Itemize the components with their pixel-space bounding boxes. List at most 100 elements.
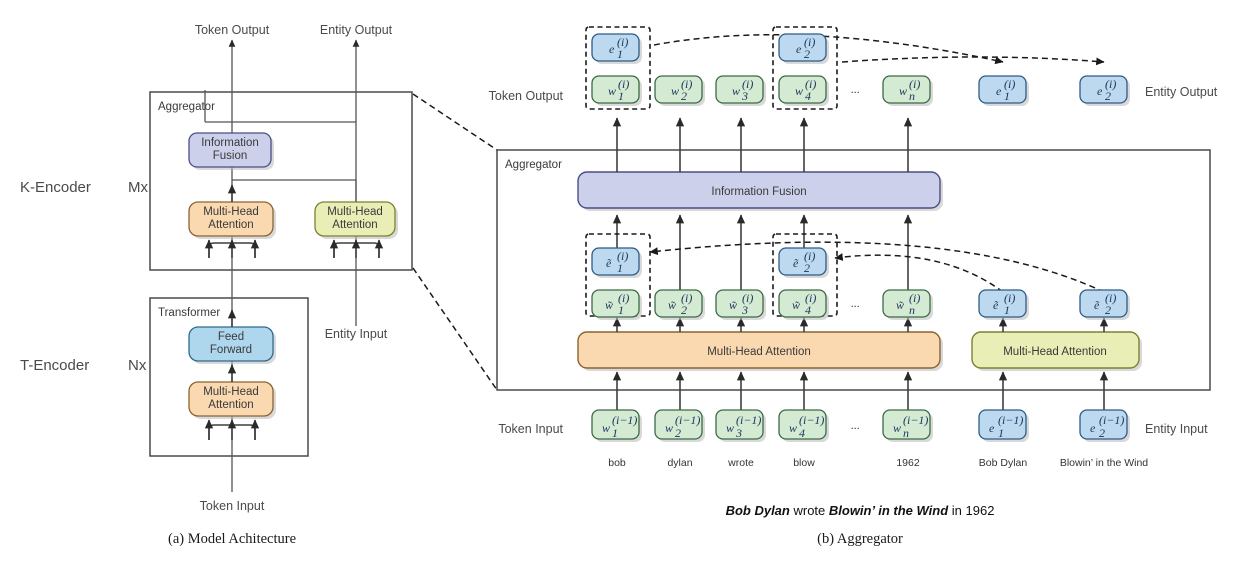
entity-input-base: e (989, 421, 995, 435)
entity-output-stacked-sub: 1 (617, 47, 623, 61)
entity-hidden-stacked-sup: (i) (617, 249, 628, 263)
label-t-encoder: T-Encoder (20, 357, 89, 374)
attention-entity-label-b: Multi-Head Attention (1003, 346, 1107, 358)
token-hidden-node[interactable] (591, 289, 640, 318)
token-input-sup: (i−1) (736, 413, 761, 427)
transformer-container-a (149, 297, 309, 457)
entity-hidden-stacked-node[interactable] (591, 247, 640, 276)
entity-output-node-sup: (i) (1105, 77, 1116, 91)
token-input-base: w (789, 421, 797, 435)
attention-entity-label-line2: Attention (332, 219, 377, 231)
entity-hidden-sup: (i) (1004, 291, 1015, 305)
panel-a: K-Encoder Mx T-Encoder Nx Aggregator Tra… (20, 23, 413, 547)
zoom-connector-top (412, 93, 498, 151)
entity-output-stacked-row: e 1 (i) e 2 (i) (591, 33, 829, 64)
token-input-base: w (665, 421, 673, 435)
label-k-encoder: K-Encoder (20, 179, 91, 196)
label-entity-output-b: Entity Output (1145, 85, 1218, 99)
token-hidden-base: w̃ (729, 298, 737, 312)
entity-output-stacked-node[interactable] (778, 33, 827, 62)
token-input-sup: (i−1) (612, 413, 637, 427)
token-input-sup: (i−1) (799, 413, 824, 427)
token-input-word: 1962 (896, 457, 920, 469)
feed-forward-label-line1: Feed (218, 331, 244, 343)
entity-hidden-sub: 2 (1105, 303, 1111, 317)
token-hidden-sup: (i) (805, 291, 816, 305)
dashed-output-entity-link-2 (841, 56, 1105, 66)
entity-output-stacked-node[interactable] (591, 33, 640, 62)
token-hidden-base: w̃ (896, 298, 904, 312)
token-hidden-sub: 3 (741, 303, 748, 317)
token-hidden-sub: 4 (805, 303, 811, 317)
feed-forward-label-line2: Forward (210, 344, 252, 356)
entity-hidden-node[interactable] (978, 289, 1027, 318)
entity-input-row: e 1 (i−1) Bob Dylan e 2 (i−1) Blowin’ in… (978, 409, 1148, 469)
token-output-node-sub: 4 (805, 89, 811, 103)
entity-hidden-stacked-base: ẽ (793, 256, 799, 270)
entity-input-sup: (i−1) (998, 413, 1023, 427)
zoom-connectors (412, 93, 498, 391)
figure-canvas: K-Encoder Mx T-Encoder Nx Aggregator Tra… (0, 0, 1242, 568)
label-k-encoder-repeat: Mx (128, 179, 148, 196)
entity-hidden-base: ẽ (1094, 298, 1100, 312)
entity-output-node[interactable] (978, 75, 1027, 104)
token-output-node-sup: (i) (681, 77, 692, 91)
entity-input-sub: 2 (1099, 426, 1105, 440)
token-output-node-sub: 1 (618, 89, 624, 103)
entity-hidden-sup: (i) (1105, 291, 1116, 305)
token-input-row: w 1 (i−1) bob w 2 (i−1) dylan w 3 (i−1) … (591, 409, 933, 469)
entity-output-node[interactable] (1079, 75, 1128, 104)
token-hidden-base: w̃ (605, 298, 613, 312)
label-token-input-b: Token Input (498, 422, 563, 436)
token-hidden-sub: 2 (681, 303, 687, 317)
entity-hidden-row: ẽ 1 (i) ẽ 2 (i) (978, 289, 1130, 320)
label-t-encoder-repeat: Nx (128, 357, 147, 374)
token-hidden-sup: (i) (742, 291, 753, 305)
entity-output-node-base: e (1097, 84, 1103, 98)
token-input-sub: n (903, 426, 909, 440)
entity-output-node-base: e (996, 84, 1002, 98)
example-sentence-tail: in 1962 (948, 503, 994, 518)
attention-token-label-line2: Attention (208, 219, 253, 231)
token-hidden-sup: (i) (909, 291, 920, 305)
entity-hidden-base: ẽ (993, 298, 999, 312)
entity-hidden-stacked-node[interactable] (778, 247, 827, 276)
token-input-word: blow (793, 457, 815, 469)
attention-transformer-label-line2: Attention (208, 399, 253, 411)
token-hidden-node[interactable] (715, 289, 764, 318)
token-hidden-node[interactable] (778, 289, 827, 318)
label-token-input-a: Token Input (200, 499, 265, 513)
caption-panel-b: (b) Aggregator (817, 531, 903, 547)
entity-output-stacked-sub: 2 (804, 47, 810, 61)
example-sentence: Bob Dylan wrote Blowin’ in the Wind in 1… (726, 503, 995, 518)
dashed-hidden-entity-link-1 (649, 241, 1105, 293)
token-input-word: wrote (727, 457, 754, 469)
token-input-sub: 1 (612, 426, 618, 440)
token-output-node-base: w (795, 84, 803, 98)
attention-token-label-b: Multi-Head Attention (707, 346, 811, 358)
example-sentence-entity1: Bob Dylan (726, 503, 790, 518)
entity-input-word: Blowin’ in the Wind (1060, 457, 1148, 469)
label-token-output-a: Token Output (195, 23, 270, 37)
entity-hidden-stacked-row: ẽ 1 (i) ẽ 2 (i) (591, 247, 829, 278)
ellipsis-token-output: ··· (851, 85, 860, 99)
label-entity-input-a: Entity Input (325, 327, 388, 341)
token-input-sub: 3 (735, 426, 742, 440)
attention-transformer-label-line1: Multi-Head (203, 386, 259, 398)
token-hidden-node[interactable] (882, 289, 931, 318)
entity-hidden-stacked-sup: (i) (804, 249, 815, 263)
entity-output-stacked-base: e (796, 42, 802, 56)
token-hidden-node[interactable] (654, 289, 703, 318)
entity-input-sup: (i−1) (1099, 413, 1124, 427)
entity-hidden-stacked-base: ẽ (606, 256, 612, 270)
token-hidden-sup: (i) (618, 291, 629, 305)
dashed-hidden-entity-link-2 (834, 253, 1004, 293)
transformer-container-a-label: Transformer (158, 307, 220, 319)
token-output-node-sub: n (909, 89, 915, 103)
token-input-sup: (i−1) (675, 413, 700, 427)
token-input-sup: (i−1) (903, 413, 928, 427)
entity-hidden-node[interactable] (1079, 289, 1128, 318)
token-output-node-sup: (i) (742, 77, 753, 91)
token-input-sub: 4 (799, 426, 805, 440)
token-output-node-base: w (732, 84, 740, 98)
